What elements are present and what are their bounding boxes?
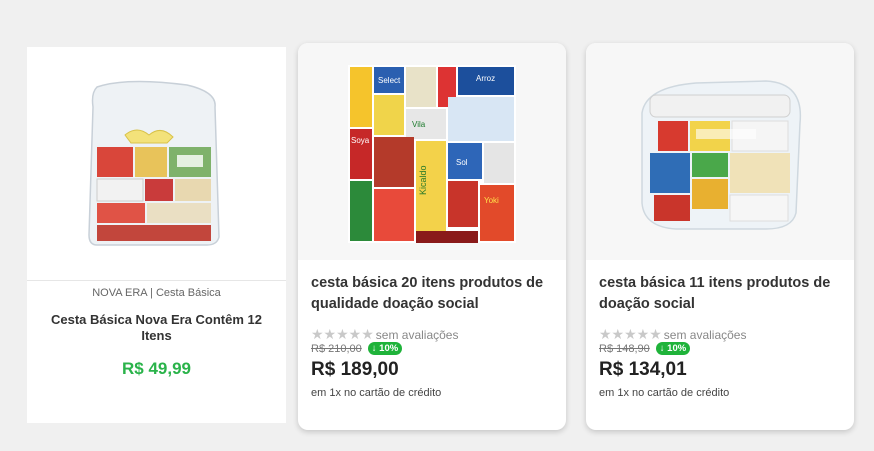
star-rating-icon: ★★★★★: [599, 326, 662, 342]
discount-badge: ↓ 10%: [655, 342, 691, 355]
old-price: R$ 210,00: [311, 342, 362, 355]
price-original-row: R$ 210,00 ↓ 10%: [311, 342, 403, 355]
svg-text:Yoki: Yoki: [484, 196, 499, 205]
old-price: R$ 148,90: [599, 342, 650, 355]
svg-text:Vila: Vila: [412, 120, 426, 129]
installments-text: em 1x no cartão de crédito: [311, 387, 442, 399]
product-price: R$ 134,01: [599, 359, 687, 380]
product-card-cesta-20-itens[interactable]: Select Arroz Soya Vila Kicaldo Sol Yoki …: [298, 43, 566, 430]
product-title[interactable]: cesta básica 11 itens produtos de doação…: [599, 273, 841, 315]
product-title[interactable]: Cesta Básica Nova Era Contêm 12 Itens: [43, 312, 270, 344]
svg-text:Select: Select: [378, 76, 401, 85]
svg-text:Kicaldo: Kicaldo: [418, 165, 428, 195]
svg-text:Sol: Sol: [456, 158, 468, 167]
brand-line: NOVA ERA | Cesta Básica: [92, 287, 221, 299]
price-original-row: R$ 148,90 ↓ 10%: [599, 342, 691, 355]
product-card-cesta-11-itens[interactable]: cesta básica 11 itens produtos de doação…: [586, 43, 854, 430]
rating-text: sem avaliações: [375, 327, 459, 342]
svg-text:Soya: Soya: [351, 136, 370, 145]
product-image[interactable]: [27, 47, 286, 280]
rating: ★★★★★ sem avaliações: [311, 326, 458, 343]
discount-badge: ↓ 10%: [367, 342, 403, 355]
divider: [27, 280, 286, 281]
installments-text: em 1x no cartão de crédito: [599, 387, 730, 399]
svg-text:Arroz: Arroz: [476, 74, 495, 83]
product-title[interactable]: cesta básica 20 itens produtos de qualid…: [311, 273, 553, 315]
rating: ★★★★★ sem avaliações: [599, 326, 746, 343]
product-card-nova-era[interactable]: NOVA ERA | Cesta Básica Cesta Básica Nov…: [27, 47, 286, 423]
product-image[interactable]: Select Arroz Soya Vila Kicaldo Sol Yoki: [298, 43, 566, 260]
product-image[interactable]: [586, 43, 854, 260]
star-rating-icon: ★★★★★: [311, 326, 374, 342]
product-price: R$ 189,00: [311, 359, 399, 380]
rating-text: sem avaliações: [663, 327, 747, 342]
product-price: R$ 49,99: [122, 359, 191, 378]
